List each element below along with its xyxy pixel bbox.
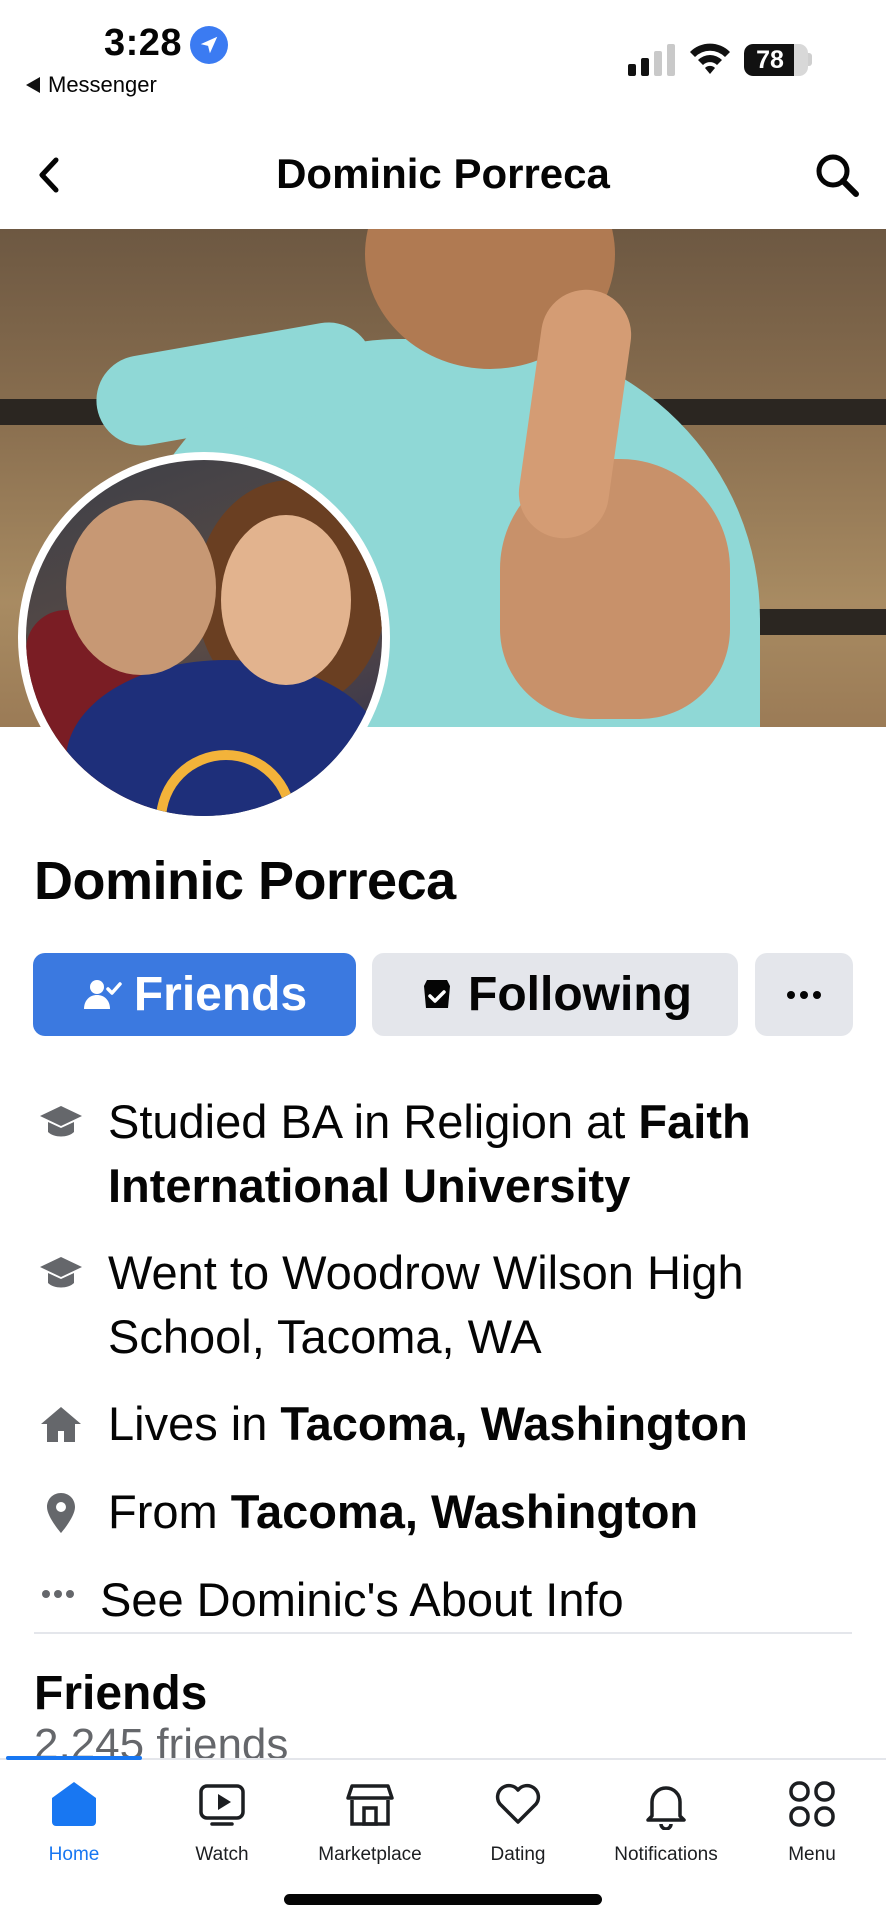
- detail-text: Studied BA in Religion at: [108, 1095, 639, 1148]
- tab-watch[interactable]: Watch: [148, 1778, 296, 1866]
- status-time: 3:28: [104, 22, 183, 64]
- friends-button[interactable]: Friends: [33, 953, 356, 1036]
- more-options-button[interactable]: [755, 953, 853, 1036]
- profile-name: Dominic Porreca: [34, 851, 456, 911]
- detail-bold[interactable]: Tacoma, Washington: [280, 1397, 747, 1450]
- back-triangle-icon: [26, 77, 40, 93]
- scroll-indicator: [6, 1756, 142, 1760]
- friend-check-icon: [82, 975, 122, 1015]
- tab-label: Watch: [195, 1844, 249, 1865]
- tab-label: Home: [48, 1844, 100, 1865]
- tab-label: Marketplace: [318, 1844, 422, 1865]
- ellipsis-icon: [787, 990, 821, 999]
- detail-lives-in: Lives in Tacoma, Washington: [34, 1392, 864, 1456]
- storefront-icon: [346, 1784, 394, 1826]
- status-bar: 3:28 Messenger 78: [0, 0, 886, 110]
- graduation-cap-icon: [40, 1257, 82, 1288]
- friends-section-title: Friends: [34, 1667, 208, 1720]
- detail-text: Lives in: [108, 1397, 281, 1450]
- tab-marketplace[interactable]: Marketplace: [296, 1778, 444, 1866]
- location-pin-icon: [47, 1493, 75, 1533]
- tab-notifications[interactable]: Notifications: [592, 1778, 740, 1866]
- avatar-photo: [26, 460, 382, 816]
- graduation-cap-icon: [40, 1106, 82, 1137]
- divider: [34, 1632, 852, 1634]
- battery-icon: 78: [744, 44, 808, 76]
- detail-text: From: [108, 1485, 231, 1538]
- tab-dating[interactable]: Dating: [444, 1778, 592, 1866]
- tab-label: Notifications: [614, 1844, 718, 1865]
- back-app-label: Messenger: [48, 72, 157, 97]
- heart-icon: [495, 1783, 541, 1824]
- battery-percent: 78: [756, 46, 784, 74]
- following-button-label: Following: [468, 968, 692, 1021]
- detail-text: Went to Woodrow Wilson High School, Taco…: [108, 1246, 744, 1363]
- bell-icon: [646, 1786, 686, 1830]
- battery-tip: [808, 53, 812, 66]
- detail-education-1: Studied BA in Religion at Faith Internat…: [34, 1090, 864, 1220]
- tab-label: Dating: [490, 1844, 546, 1865]
- following-check-icon: [418, 976, 456, 1014]
- see-about-info-link[interactable]: See Dominic's About Info: [34, 1568, 864, 1632]
- detail-education-2: Went to Woodrow Wilson High School, Taco…: [34, 1241, 864, 1371]
- page-title: Dominic Porreca: [276, 150, 610, 197]
- profile-avatar[interactable]: [18, 452, 390, 824]
- detail-bold[interactable]: Tacoma, Washington: [231, 1485, 698, 1538]
- ellipsis-icon: [42, 1590, 74, 1598]
- following-button[interactable]: Following: [372, 953, 738, 1036]
- detail-from: From Tacoma, Washington: [34, 1480, 864, 1544]
- back-to-app-link[interactable]: Messenger: [26, 72, 157, 98]
- video-play-icon: [199, 1784, 245, 1826]
- see-about-label: See Dominic's About Info: [100, 1573, 624, 1626]
- home-icon: [41, 1407, 81, 1442]
- profile-header-bar: Dominic Porreca: [0, 120, 886, 230]
- wifi-icon: [690, 43, 730, 74]
- tab-menu[interactable]: Menu: [738, 1778, 886, 1866]
- search-icon[interactable]: [812, 150, 862, 200]
- home-indicator[interactable]: [284, 1894, 602, 1905]
- friends-button-label: Friends: [133, 968, 308, 1021]
- cellular-signal-icon: [628, 44, 675, 76]
- tab-label: Menu: [788, 1844, 836, 1865]
- tab-home[interactable]: Home: [0, 1778, 148, 1866]
- location-arrow-icon: [190, 26, 228, 64]
- home-icon: [52, 1782, 96, 1826]
- friends-count[interactable]: 2,245 friends: [34, 1720, 288, 1760]
- grid-menu-icon: [789, 1781, 835, 1827]
